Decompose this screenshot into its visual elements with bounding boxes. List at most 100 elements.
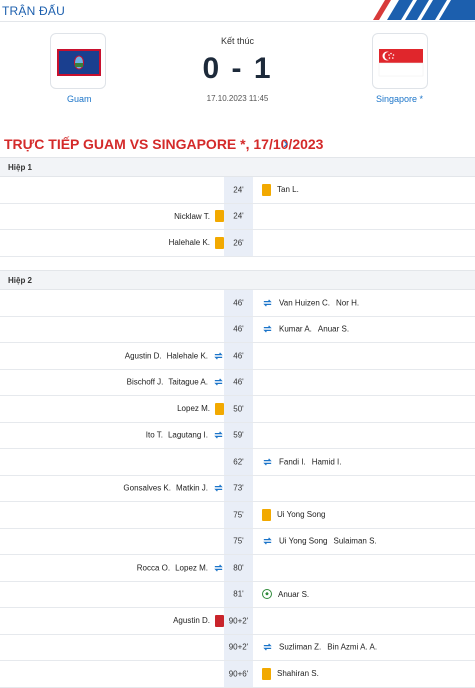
event-minute: 59': [224, 422, 253, 448]
player-name[interactable]: Fandi I.: [279, 457, 306, 466]
event-minute: 26': [224, 230, 253, 256]
player-name[interactable]: Van Huizen C.: [279, 298, 330, 307]
event-minute-text: 59': [233, 430, 244, 440]
home-event: Bischoff J. Taitague A.: [127, 377, 224, 388]
player-name[interactable]: Lagutang I.: [168, 431, 208, 440]
event-row: 46' Van Huizen C. Nor H.: [0, 290, 475, 317]
event-row: 80' Rocca O. Lopez M.: [0, 555, 475, 582]
event-row: 46' Bischoff J. Taitague A.: [0, 369, 475, 396]
player-out-name[interactable]: Sulaiman S.: [334, 537, 377, 546]
substitution-icon: [262, 324, 273, 335]
section-header: TRẬN ĐẤU: [0, 0, 475, 22]
home-event: Nicklaw T.: [174, 210, 224, 223]
period-header: Hiệp 1: [0, 157, 475, 177]
section-title: TRẬN ĐẤU: [2, 4, 65, 18]
away-event: Shahiran S.: [262, 667, 319, 680]
event-minute: 75': [224, 502, 253, 528]
away-event: Van Huizen C. Nor H.: [262, 297, 359, 308]
event-minute: 80': [224, 555, 253, 581]
event-minute-text: 81': [233, 589, 244, 599]
decorative-stripes: [373, 0, 475, 20]
event-minute: 46': [224, 369, 253, 395]
player-name[interactable]: Ui Yong Song: [277, 510, 326, 519]
chevron-right-icon[interactable]: ›: [283, 135, 288, 152]
match-datetime: 17.10.2023 11:45: [206, 94, 269, 103]
player-out-name[interactable]: Bischoff J.: [127, 378, 164, 387]
home-event: Agustin D.: [173, 614, 224, 627]
event-row: 75' Ui Yong Song Sulaiman S.: [0, 528, 475, 555]
event-minute-text: 24': [233, 185, 244, 195]
match-score: 0 - 1: [202, 52, 273, 85]
yellow-card-icon: [262, 667, 271, 680]
substitution-icon: [213, 350, 224, 361]
event-minute: 24': [224, 203, 253, 229]
red-card-icon: [215, 614, 224, 627]
away-event: Suzliman Z. Bin Azmi A. A.: [262, 642, 377, 653]
event-minute-text: 24': [233, 211, 244, 221]
player-out-name[interactable]: Agustin D.: [125, 351, 162, 360]
event-minute: 46': [224, 290, 253, 316]
event-minute-text: 90+2': [228, 642, 249, 652]
player-name[interactable]: Lopez M.: [175, 563, 208, 572]
player-name[interactable]: Ui Yong Song: [279, 537, 328, 546]
away-event: Ui Yong Song: [262, 508, 326, 521]
player-name[interactable]: Nicklaw T.: [174, 212, 210, 221]
player-out-name[interactable]: Hamid I.: [312, 457, 342, 466]
event-minute-text: 62': [233, 457, 244, 467]
player-name[interactable]: Lopez M.: [177, 404, 210, 413]
player-out-name[interactable]: Anuar S.: [318, 325, 349, 334]
player-name[interactable]: Anuar S.: [278, 590, 309, 599]
player-name[interactable]: Suzliman Z.: [279, 643, 321, 652]
player-name[interactable]: Taitague A.: [168, 378, 208, 387]
yellow-card-icon: [262, 508, 271, 521]
yellow-card-icon: [215, 210, 224, 223]
event-minute: 50': [224, 396, 253, 422]
event-minute: 24': [224, 177, 253, 203]
event-minute: 75': [224, 528, 253, 554]
away-event: Ui Yong Song Sulaiman S.: [262, 536, 377, 547]
event-minute-text: 75': [233, 510, 244, 520]
event-minute-text: 46': [233, 377, 244, 387]
home-event: Agustin D. Halehale K.: [125, 350, 224, 361]
substitution-icon: [262, 297, 273, 308]
player-name[interactable]: Agustin D.: [173, 616, 210, 625]
event-minute: 73': [224, 475, 253, 501]
player-out-name[interactable]: Bin Azmi A. A.: [327, 643, 377, 652]
event-minute-text: 50': [233, 404, 244, 414]
period-header: Hiệp 2: [0, 270, 475, 290]
away-event: Tan L.: [262, 183, 299, 196]
player-out-name[interactable]: Nor H.: [336, 298, 359, 307]
substitution-icon: [262, 456, 273, 467]
goal-ball-icon: [262, 589, 272, 600]
player-name[interactable]: Halehale K.: [167, 351, 208, 360]
player-name[interactable]: Tan L.: [277, 185, 299, 194]
player-out-name[interactable]: Gonsalves K.: [123, 484, 171, 493]
event-row: 50' Lopez M.: [0, 396, 475, 423]
home-event: Lopez M.: [177, 402, 224, 415]
event-row: 81' Anuar S.: [0, 581, 475, 608]
event-minute: 90+2': [224, 634, 253, 660]
live-title[interactable]: TRỰC TIẾP GUAM VS SINGAPORE *, 17/10/202…: [4, 136, 323, 152]
event-row: 24' Nicklaw T.: [0, 203, 475, 230]
substitution-icon: [262, 536, 273, 547]
event-minute: 46': [224, 316, 253, 342]
player-out-name[interactable]: Rocca O.: [137, 563, 170, 572]
away-event: Anuar S.: [262, 589, 309, 600]
player-name[interactable]: Shahiran S.: [277, 669, 319, 678]
home-event: Rocca O. Lopez M.: [137, 562, 224, 573]
away-event: Fandi I. Hamid I.: [262, 456, 341, 467]
event-row: 75' Ui Yong Song: [0, 502, 475, 529]
event-row: 46' Kumar A. Anuar S.: [0, 316, 475, 343]
player-name[interactable]: Matkin J.: [176, 484, 208, 493]
event-row: 73' Gonsalves K. Matkin J.: [0, 475, 475, 502]
player-name[interactable]: Halehale K.: [169, 238, 210, 247]
player-out-name[interactable]: Ito T.: [146, 431, 163, 440]
substitution-icon: [262, 642, 273, 653]
event-minute: 90+2': [224, 608, 253, 634]
event-row: 90+2' Suzliman Z. Bin Azmi A. A.: [0, 634, 475, 661]
event-row: 62' Fandi I. Hamid I.: [0, 449, 475, 476]
substitution-icon: [213, 562, 224, 573]
event-minute-text: 46': [233, 298, 244, 308]
substitution-icon: [213, 483, 224, 494]
player-name[interactable]: Kumar A.: [279, 325, 312, 334]
